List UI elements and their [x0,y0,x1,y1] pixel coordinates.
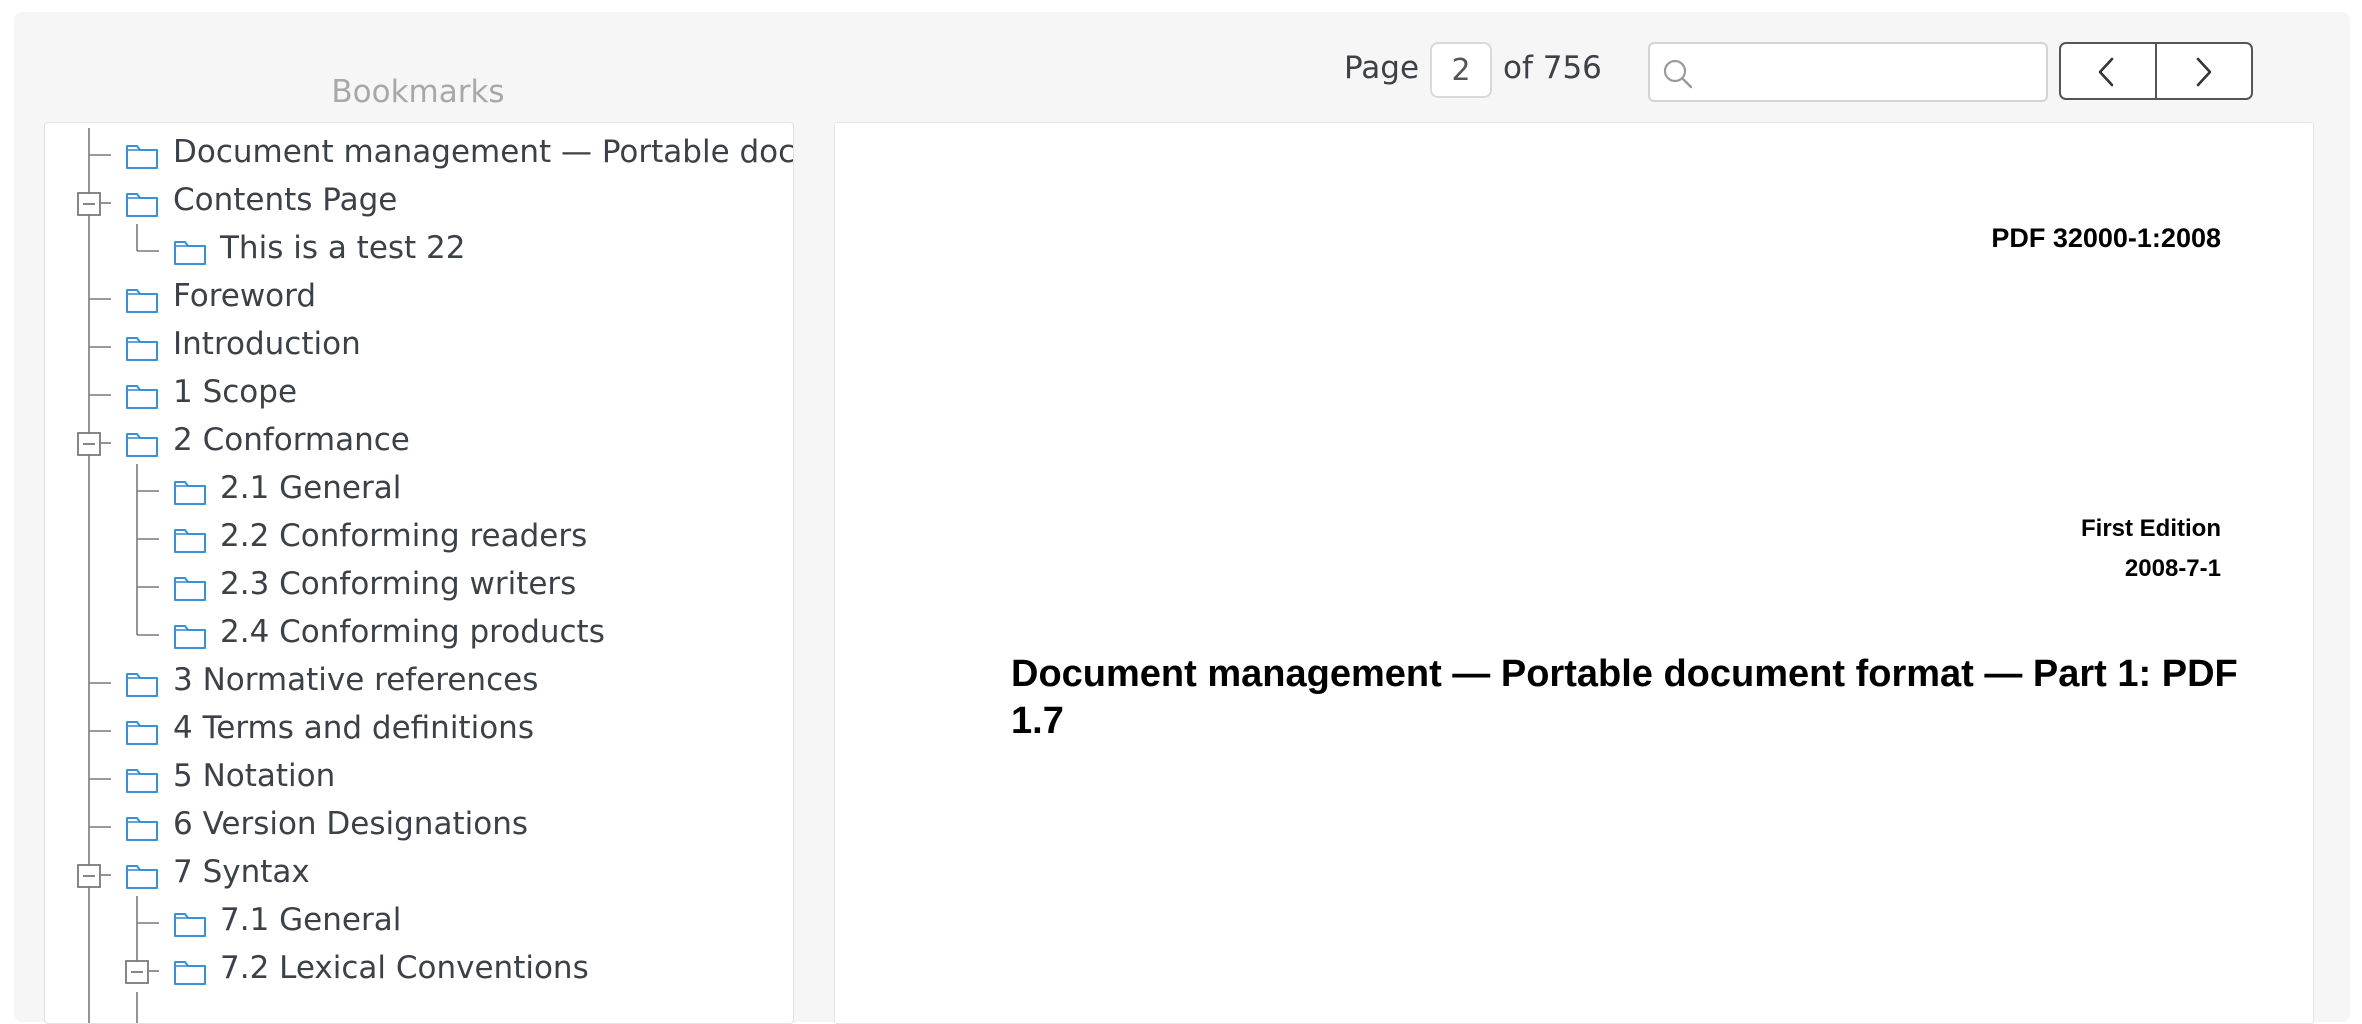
bookmark-label: 2 Conformance [173,422,410,458]
bookmark-item[interactable]: 5 Notation [45,752,793,800]
folder-icon [126,193,158,217]
page-navigation [2059,42,2253,100]
folder-icon [126,673,158,697]
folder-icon [126,721,158,745]
folder-icon [126,337,158,361]
bookmark-label: Foreword [173,278,317,314]
search-box[interactable] [1648,42,2048,102]
bookmark-item[interactable]: 2 Conformance [45,416,793,464]
chevron-left-icon [2098,57,2114,87]
search-input[interactable] [1702,50,2036,96]
page-total: of 756 [1503,50,1602,86]
folder-icon [126,433,158,457]
bookmark-label: 7 Syntax [173,854,310,890]
bookmark-label: 4 Terms and definitions [173,710,534,746]
document-id: PDF 32000-1:2008 [1991,223,2221,253]
chevron-right-icon [2196,57,2212,87]
folder-icon [126,289,158,313]
bookmarks-title: Bookmarks [331,74,505,110]
bookmark-label: 5 Notation [173,758,336,794]
folder-icon [126,817,158,841]
bookmark-item[interactable]: 7.1 General [45,896,793,944]
bookmark-item[interactable]: Introduction [45,320,793,368]
next-page-button[interactable] [2155,44,2251,98]
folder-icon [174,577,206,601]
bookmark-label: 6 Version Designations [173,806,528,842]
pdf-page: PDF 32000-1:2008 First Edition 2008-7-1 … [834,122,2314,1024]
folder-icon [174,961,206,985]
bookmark-label: Contents Page [173,182,398,218]
bookmark-item[interactable]: 2.3 Conforming writers [45,560,793,608]
folder-icon [126,145,158,169]
bookmark-item[interactable]: 4 Terms and definitions [45,704,793,752]
bookmark-label: 1 Scope [173,374,298,410]
page-number-input[interactable] [1430,42,1492,98]
folder-icon [174,625,206,649]
page-label: Page [1344,50,1420,86]
bookmark-item[interactable]: Contents Page [45,176,793,224]
bookmark-label: 2.4 Conforming products [220,614,605,650]
collapse-icon[interactable] [77,192,101,216]
edition-date: 2008-7-1 [2124,555,2221,582]
folder-icon [126,385,158,409]
bookmark-item[interactable]: Document management — Portable document … [45,128,793,176]
bookmark-label: 3 Normative references [173,662,539,698]
bookmarks-panel[interactable]: Document management — Portable document … [44,122,794,1024]
bookmark-item[interactable]: 6 Version Designations [45,800,793,848]
document-title: Document management — Portable document … [1011,653,2238,742]
folder-icon [174,529,206,553]
folder-icon [174,913,206,937]
search-icon [1663,59,1693,89]
previous-page-button[interactable] [2061,44,2155,98]
collapse-icon[interactable] [77,864,101,888]
folder-icon [126,769,158,793]
folder-icon [174,241,206,265]
bookmark-item[interactable]: 2.4 Conforming products [45,608,793,656]
bookmark-label: Introduction [173,326,361,362]
bookmark-item[interactable]: This is a test 22 [45,224,793,272]
bookmark-label: 2.3 Conforming writers [220,566,577,602]
bookmark-item[interactable]: 2.1 General [45,464,793,512]
bookmark-item[interactable]: 7 Syntax [45,848,793,896]
bookmark-item[interactable]: 3 Normative references [45,656,793,704]
bookmark-item[interactable]: 1 Scope [45,368,793,416]
bookmark-label: Document management — Portable document … [173,134,794,170]
collapse-icon[interactable] [77,432,101,456]
collapse-icon[interactable] [125,960,149,984]
bookmark-item[interactable]: 7.2 Lexical Conventions [45,944,793,992]
folder-icon [174,481,206,505]
bookmark-item[interactable]: 2.2 Conforming readers [45,512,793,560]
bookmark-label: 2.1 General [220,470,402,506]
bookmark-item[interactable]: Foreword [45,272,793,320]
folder-icon [126,865,158,889]
edition-label: First Edition [2081,515,2221,542]
bookmark-label: 2.2 Conforming readers [220,518,588,554]
bookmark-label: 7.1 General [220,902,402,938]
bookmark-label: This is a test 22 [220,230,466,266]
bookmark-label: 7.2 Lexical Conventions [220,950,589,986]
